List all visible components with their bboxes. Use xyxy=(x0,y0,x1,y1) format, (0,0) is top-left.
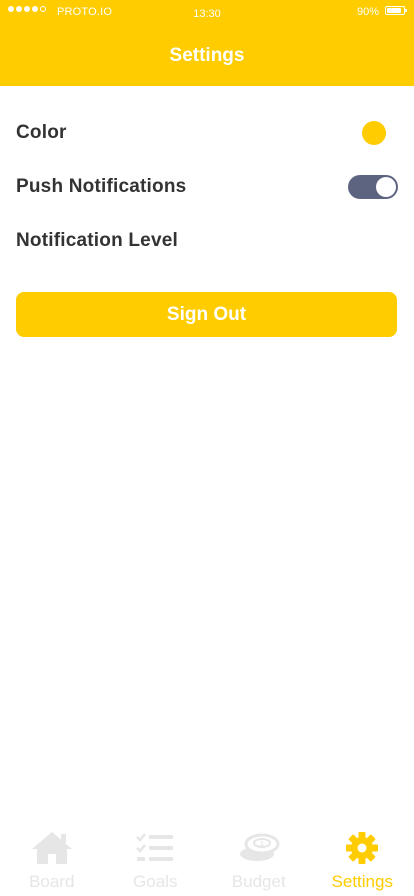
header: PROTO.IO 13:30 90% Settings xyxy=(0,0,414,86)
svg-text:1: 1 xyxy=(260,841,264,848)
battery-icon xyxy=(385,6,407,15)
status-time: 13:30 xyxy=(193,8,221,20)
tab-label: Board xyxy=(29,872,75,891)
settings-screen: PROTO.IO 13:30 90% Settings Color Push N… xyxy=(0,0,414,896)
battery-percent: 90% xyxy=(356,6,379,18)
tab-bar: Board Goals 1 Budget Settings xyxy=(0,822,414,896)
tab-goals[interactable]: Goals xyxy=(104,822,208,896)
tab-board[interactable]: Board xyxy=(0,822,104,896)
push-notifications-label: Push Notifications xyxy=(16,176,187,197)
color-swatch[interactable] xyxy=(362,121,386,145)
notification-level-label: Notification Level xyxy=(16,230,178,251)
push-notifications-toggle[interactable] xyxy=(348,175,398,199)
tab-label: Goals xyxy=(133,872,178,891)
notification-level-row[interactable]: Notification Level xyxy=(16,226,398,256)
status-bar: PROTO.IO 13:30 90% xyxy=(0,0,414,24)
color-row[interactable]: Color xyxy=(16,118,398,148)
tab-budget[interactable]: 1 Budget xyxy=(207,822,311,896)
tab-label: Settings xyxy=(331,872,393,891)
tab-settings[interactable]: Settings xyxy=(311,822,414,896)
gear-icon xyxy=(341,828,383,868)
coins-icon: 1 xyxy=(238,828,280,868)
tab-label: Budget xyxy=(231,872,286,891)
toggle-knob xyxy=(376,177,396,197)
home-icon xyxy=(31,828,73,868)
color-label: Color xyxy=(16,122,67,143)
sign-out-button[interactable]: Sign Out xyxy=(16,292,397,337)
push-notifications-row: Push Notifications xyxy=(16,172,398,202)
page-title: Settings xyxy=(169,45,245,66)
checklist-icon xyxy=(134,828,176,868)
